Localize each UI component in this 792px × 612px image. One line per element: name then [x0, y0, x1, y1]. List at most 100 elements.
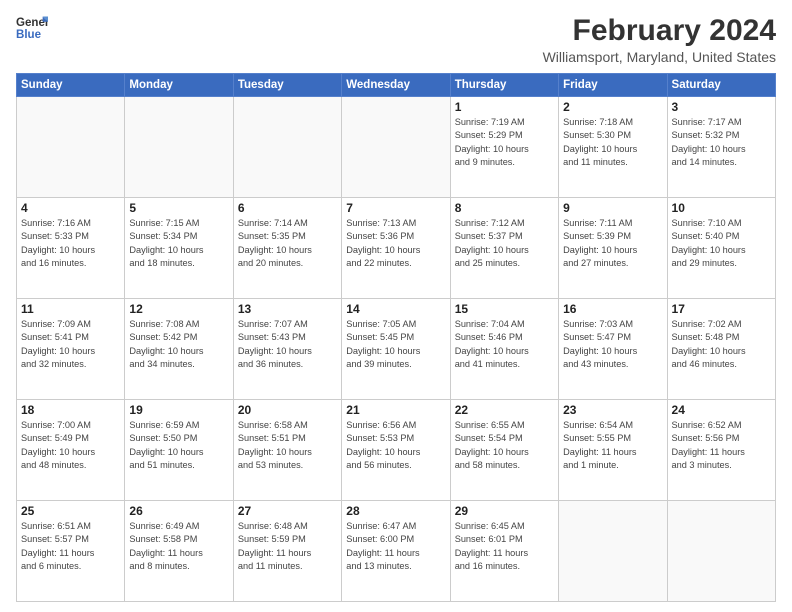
- day-number: 27: [238, 504, 337, 518]
- col-header-saturday: Saturday: [667, 74, 775, 97]
- day-number: 22: [455, 403, 554, 417]
- main-title: February 2024: [543, 14, 776, 47]
- day-info: Sunrise: 7:10 AM Sunset: 5:40 PM Dayligh…: [672, 217, 771, 270]
- day-number: 7: [346, 201, 445, 215]
- calendar-week-4: 18 Sunrise: 7:00 AM Sunset: 5:49 PM Dayli…: [17, 400, 776, 501]
- day-number: 16: [563, 302, 662, 316]
- calendar-week-2: 4Sunrise: 7:16 AM Sunset: 5:33 PM Daylig…: [17, 198, 776, 299]
- calendar-cell: [342, 97, 450, 198]
- calendar-cell: 22 Sunrise: 6:55 AM Sunset: 5:54 PM Dayli…: [450, 400, 558, 501]
- day-info: Sunrise: 6:48 AM Sunset: 5:59 PM Dayligh…: [238, 520, 337, 573]
- day-info: Sunrise: 7:12 AM Sunset: 5:37 PM Dayligh…: [455, 217, 554, 270]
- calendar-cell: 13Sunrise: 7:07 AM Sunset: 5:43 PM Dayli…: [233, 299, 341, 400]
- day-number: 15: [455, 302, 554, 316]
- day-info: Sunrise: 6:58 AM Sunset: 5:51 PM Dayligh…: [238, 419, 337, 472]
- svg-text:Blue: Blue: [16, 29, 42, 41]
- col-header-thursday: Thursday: [450, 74, 558, 97]
- calendar-cell: [17, 97, 125, 198]
- col-header-tuesday: Tuesday: [233, 74, 341, 97]
- calendar-cell: 6 Sunrise: 7:14 AM Sunset: 5:35 PM Daylig…: [233, 198, 341, 299]
- calendar-cell: 23 Sunrise: 6:54 AM Sunset: 5:55 PM Dayli…: [559, 400, 667, 501]
- header: General Blue February 2024 Williamsport,…: [16, 14, 776, 65]
- col-header-monday: Monday: [125, 74, 233, 97]
- calendar-cell: 15 Sunrise: 7:04 AM Sunset: 5:46 PM Dayli…: [450, 299, 558, 400]
- day-info: Sunrise: 6:56 AM Sunset: 5:53 PM Dayligh…: [346, 419, 445, 472]
- day-number: 4: [21, 201, 120, 215]
- title-block: February 2024 Williamsport, Maryland, Un…: [543, 14, 776, 65]
- calendar-cell: 29 Sunrise: 6:45 AM Sunset: 6:01 PM Dayli…: [450, 501, 558, 602]
- day-info: Sunrise: 7:08 AM Sunset: 5:42 PM Dayligh…: [129, 318, 228, 371]
- day-info: Sunrise: 6:47 AM Sunset: 6:00 PM Dayligh…: [346, 520, 445, 573]
- day-info: Sunrise: 6:55 AM Sunset: 5:54 PM Dayligh…: [455, 419, 554, 472]
- day-info: Sunrise: 7:17 AM Sunset: 5:32 PM Dayligh…: [672, 116, 771, 169]
- day-number: 25: [21, 504, 120, 518]
- day-info: Sunrise: 7:05 AM Sunset: 5:45 PM Dayligh…: [346, 318, 445, 371]
- day-info: Sunrise: 6:54 AM Sunset: 5:55 PM Dayligh…: [563, 419, 662, 472]
- calendar-cell: 25 Sunrise: 6:51 AM Sunset: 5:57 PM Dayli…: [17, 501, 125, 602]
- day-info: Sunrise: 7:03 AM Sunset: 5:47 PM Dayligh…: [563, 318, 662, 371]
- day-info: Sunrise: 7:15 AM Sunset: 5:34 PM Dayligh…: [129, 217, 228, 270]
- day-number: 19: [129, 403, 228, 417]
- day-number: 9: [563, 201, 662, 215]
- calendar-table: Sunday Monday Tuesday Wednesday Thursday…: [16, 73, 776, 602]
- day-info: Sunrise: 7:13 AM Sunset: 5:36 PM Dayligh…: [346, 217, 445, 270]
- logo-icon: General Blue: [16, 14, 48, 42]
- day-info: Sunrise: 6:45 AM Sunset: 6:01 PM Dayligh…: [455, 520, 554, 573]
- day-number: 21: [346, 403, 445, 417]
- subtitle: Williamsport, Maryland, United States: [543, 49, 776, 65]
- day-number: 5: [129, 201, 228, 215]
- day-info: Sunrise: 7:00 AM Sunset: 5:49 PM Dayligh…: [21, 419, 120, 472]
- day-number: 20: [238, 403, 337, 417]
- day-info: Sunrise: 7:02 AM Sunset: 5:48 PM Dayligh…: [672, 318, 771, 371]
- day-number: 17: [672, 302, 771, 316]
- calendar-cell: 14Sunrise: 7:05 AM Sunset: 5:45 PM Dayli…: [342, 299, 450, 400]
- day-number: 11: [21, 302, 120, 316]
- logo: General Blue: [16, 14, 48, 42]
- day-info: Sunrise: 6:59 AM Sunset: 5:50 PM Dayligh…: [129, 419, 228, 472]
- day-number: 23: [563, 403, 662, 417]
- calendar-cell: [125, 97, 233, 198]
- day-number: 10: [672, 201, 771, 215]
- calendar-week-1: 1Sunrise: 7:19 AM Sunset: 5:29 PM Daylig…: [17, 97, 776, 198]
- day-info: Sunrise: 7:04 AM Sunset: 5:46 PM Dayligh…: [455, 318, 554, 371]
- calendar-cell: 4Sunrise: 7:16 AM Sunset: 5:33 PM Daylig…: [17, 198, 125, 299]
- day-info: Sunrise: 6:52 AM Sunset: 5:56 PM Dayligh…: [672, 419, 771, 472]
- calendar-cell: 16 Sunrise: 7:03 AM Sunset: 5:47 PM Dayli…: [559, 299, 667, 400]
- day-number: 24: [672, 403, 771, 417]
- day-info: Sunrise: 7:18 AM Sunset: 5:30 PM Dayligh…: [563, 116, 662, 169]
- day-info: Sunrise: 6:49 AM Sunset: 5:58 PM Dayligh…: [129, 520, 228, 573]
- calendar-week-5: 25 Sunrise: 6:51 AM Sunset: 5:57 PM Dayli…: [17, 501, 776, 602]
- day-number: 29: [455, 504, 554, 518]
- calendar-cell: 24 Sunrise: 6:52 AM Sunset: 5:56 PM Dayli…: [667, 400, 775, 501]
- day-info: Sunrise: 7:07 AM Sunset: 5:43 PM Dayligh…: [238, 318, 337, 371]
- calendar-cell: 2 Sunrise: 7:18 AM Sunset: 5:30 PM Daylig…: [559, 97, 667, 198]
- day-info: Sunrise: 6:51 AM Sunset: 5:57 PM Dayligh…: [21, 520, 120, 573]
- calendar-cell: 10 Sunrise: 7:10 AM Sunset: 5:40 PM Dayli…: [667, 198, 775, 299]
- day-number: 3: [672, 100, 771, 114]
- day-info: Sunrise: 7:14 AM Sunset: 5:35 PM Dayligh…: [238, 217, 337, 270]
- day-info: Sunrise: 7:09 AM Sunset: 5:41 PM Dayligh…: [21, 318, 120, 371]
- calendar-cell: 26 Sunrise: 6:49 AM Sunset: 5:58 PM Dayli…: [125, 501, 233, 602]
- day-number: 1: [455, 100, 554, 114]
- day-number: 12: [129, 302, 228, 316]
- header-row: Sunday Monday Tuesday Wednesday Thursday…: [17, 74, 776, 97]
- day-number: 26: [129, 504, 228, 518]
- calendar-cell: 1Sunrise: 7:19 AM Sunset: 5:29 PM Daylig…: [450, 97, 558, 198]
- day-number: 8: [455, 201, 554, 215]
- day-number: 2: [563, 100, 662, 114]
- col-header-wednesday: Wednesday: [342, 74, 450, 97]
- calendar-cell: [559, 501, 667, 602]
- col-header-sunday: Sunday: [17, 74, 125, 97]
- day-number: 6: [238, 201, 337, 215]
- calendar-week-3: 11 Sunrise: 7:09 AM Sunset: 5:41 PM Dayli…: [17, 299, 776, 400]
- page: General Blue February 2024 Williamsport,…: [0, 0, 792, 612]
- day-number: 18: [21, 403, 120, 417]
- day-info: Sunrise: 7:11 AM Sunset: 5:39 PM Dayligh…: [563, 217, 662, 270]
- day-number: 28: [346, 504, 445, 518]
- calendar-cell: 5 Sunrise: 7:15 AM Sunset: 5:34 PM Daylig…: [125, 198, 233, 299]
- calendar-cell: 27 Sunrise: 6:48 AM Sunset: 5:59 PM Dayli…: [233, 501, 341, 602]
- col-header-friday: Friday: [559, 74, 667, 97]
- calendar-cell: 20 Sunrise: 6:58 AM Sunset: 5:51 PM Dayli…: [233, 400, 341, 501]
- calendar-cell: 18 Sunrise: 7:00 AM Sunset: 5:49 PM Dayli…: [17, 400, 125, 501]
- calendar-cell: 8 Sunrise: 7:12 AM Sunset: 5:37 PM Daylig…: [450, 198, 558, 299]
